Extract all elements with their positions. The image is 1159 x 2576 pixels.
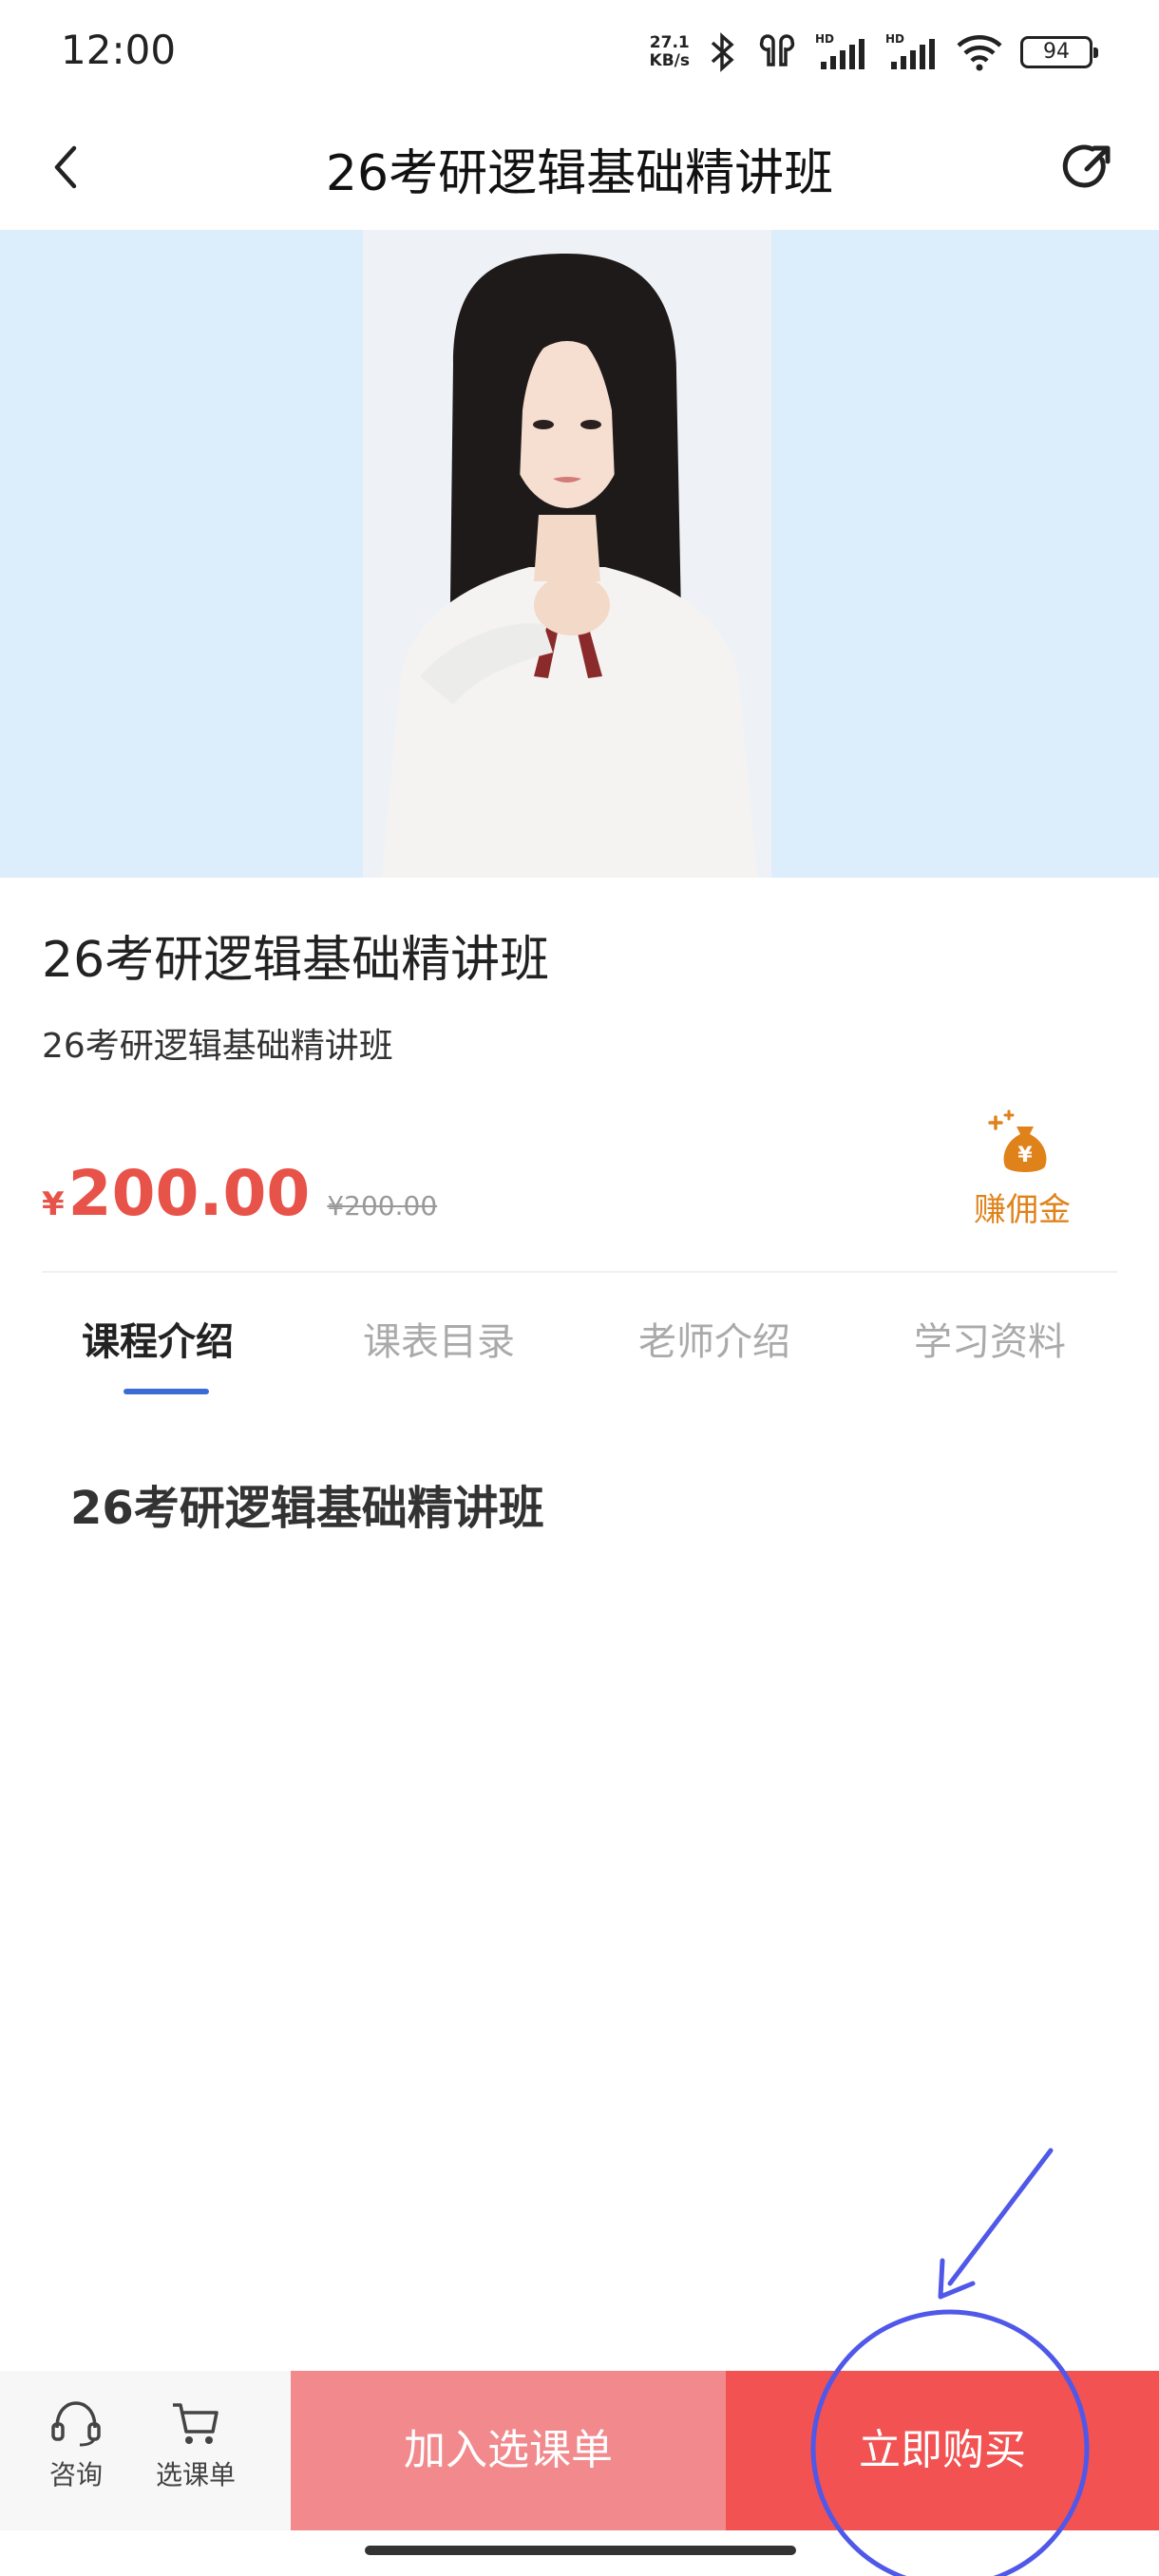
course-cover-banner xyxy=(0,230,1159,878)
price-row: ¥ 200.00 ¥200.00 xyxy=(42,1157,437,1230)
network-speed-unit: KB/s xyxy=(649,51,690,70)
status-time: 12:00 xyxy=(61,27,177,73)
buy-now-button[interactable]: 立即购买 xyxy=(726,2371,1159,2530)
cart-icon xyxy=(173,2403,218,2444)
earbuds-icon xyxy=(759,34,795,66)
bottom-shortcuts: 咨询 选课单 xyxy=(0,2371,291,2530)
intro-heading: 26考研逻辑基础精讲班 xyxy=(70,1482,544,1535)
tab-teacher[interactable]: 老师介绍 xyxy=(638,1311,790,1366)
course-detail-page: 12:00 27.1 KB/s HD HD 94 26考研逻辑基础精讲班 26考… xyxy=(0,0,1159,2576)
course-cart-label: 选课单 xyxy=(155,2459,236,2491)
network-speed: 27.1 KB/s xyxy=(650,34,690,70)
svg-text:HD: HD xyxy=(885,32,904,46)
battery-indicator: 94 xyxy=(1020,36,1098,68)
network-speed-value: 27.1 xyxy=(649,33,690,52)
home-indicator xyxy=(365,2546,796,2555)
annotation-arrow-line xyxy=(947,2148,1054,2286)
course-subtitle: 26考研逻辑基础精讲班 xyxy=(42,1027,393,1066)
course-cart-button[interactable]: 选课单 xyxy=(139,2399,253,2492)
earn-commission-label: 赚佣金 xyxy=(974,1191,1071,1229)
headset-icon xyxy=(51,2401,101,2447)
wifi-icon xyxy=(957,35,1002,71)
tab-schedule[interactable]: 课表目录 xyxy=(363,1311,515,1366)
status-icons: 27.1 KB/s HD HD 94 xyxy=(650,28,1098,76)
svg-text:HD: HD xyxy=(815,32,834,46)
share-icon[interactable] xyxy=(1060,139,1117,196)
currency-symbol: ¥ xyxy=(42,1185,65,1223)
course-tabs: 课程介绍 课表目录 老师介绍 学习资料 xyxy=(0,1311,1159,1396)
tab-course-intro[interactable]: 课程介绍 xyxy=(82,1311,234,1366)
signal-hd-icon-2: HD xyxy=(885,32,935,69)
annotation-arrow-head xyxy=(938,2258,976,2300)
navigation-bar: 26考研逻辑基础精讲班 xyxy=(0,104,1159,230)
earn-commission-button[interactable]: ¥ 赚佣金 xyxy=(965,1109,1079,1230)
page-title: 26考研逻辑基础精讲班 xyxy=(325,145,834,202)
tab-materials[interactable]: 学习资料 xyxy=(914,1311,1066,1366)
teacher-photo xyxy=(363,230,771,878)
bottom-action-bar: 咨询 选课单 加入选课单 立即购买 xyxy=(0,2371,1159,2530)
status-bar: 12:00 27.1 KB/s HD HD 94 xyxy=(0,0,1159,104)
original-price: ¥200.00 xyxy=(327,1190,438,1222)
course-title: 26考研逻辑基础精讲班 xyxy=(42,932,550,989)
add-to-course-list-button[interactable]: 加入选课单 xyxy=(291,2371,726,2530)
consult-label: 咨询 xyxy=(48,2459,103,2491)
svg-text:¥: ¥ xyxy=(1017,1144,1033,1167)
divider xyxy=(42,1271,1117,1273)
current-price: 200.00 xyxy=(67,1157,311,1230)
bluetooth-icon xyxy=(711,32,734,72)
active-tab-indicator xyxy=(124,1389,209,1394)
signal-hd-icon: HD xyxy=(815,32,864,69)
consult-button[interactable]: 咨询 xyxy=(19,2399,133,2492)
money-bag-icon: ¥ xyxy=(988,1109,1047,1172)
